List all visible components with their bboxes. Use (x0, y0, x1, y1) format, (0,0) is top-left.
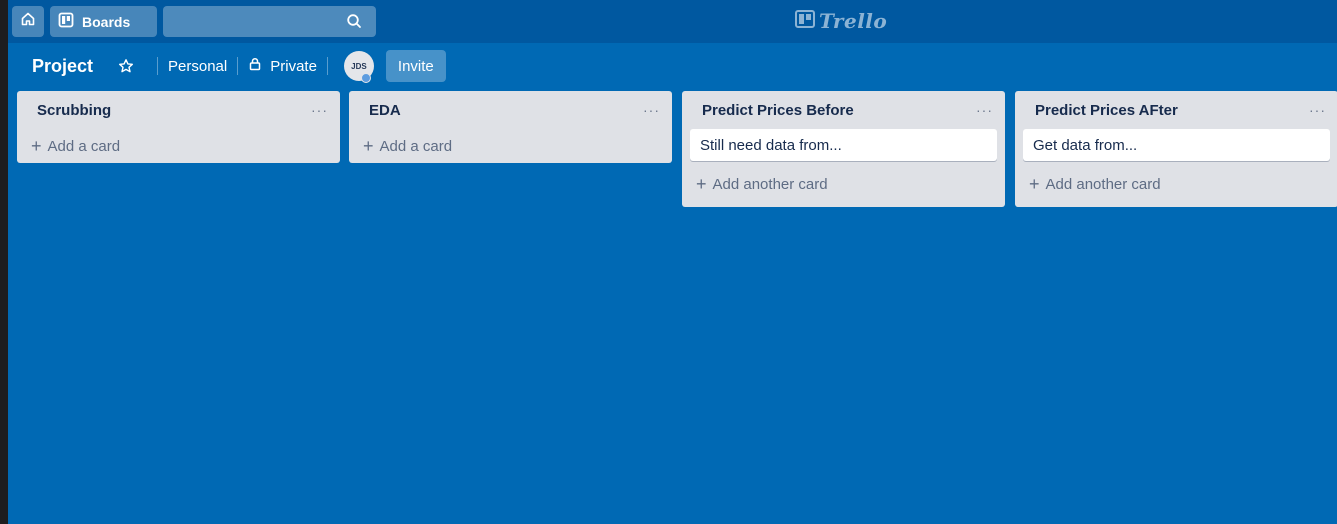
search-box[interactable] (163, 6, 376, 37)
list-menu-icon[interactable]: ··· (311, 102, 328, 118)
list-title[interactable]: Predict Prices Before (702, 102, 854, 119)
list-menu-icon[interactable]: ··· (976, 102, 993, 118)
top-header: Boards Trello (8, 0, 1337, 43)
trello-logo-icon (795, 9, 815, 33)
plus-icon: + (1029, 174, 1040, 194)
home-icon (20, 11, 36, 32)
home-button[interactable] (12, 6, 44, 37)
board-header: Project Personal Private JDS Invite (8, 48, 1337, 84)
add-card-button[interactable]: + Add a card (349, 129, 672, 163)
add-card-button[interactable]: + Add another card (682, 161, 1005, 207)
plus-icon: + (363, 136, 374, 156)
list-header: Predict Prices Before ··· (682, 91, 1005, 129)
add-card-label: Add another card (1045, 175, 1161, 193)
add-card-label: Add a card (47, 137, 121, 155)
list-menu-icon[interactable]: ··· (1309, 102, 1326, 118)
card[interactable]: Still need data from... (690, 129, 997, 161)
member-avatar[interactable]: JDS (343, 51, 374, 83)
star-icon[interactable] (113, 58, 139, 74)
board-window: Boards Trello Project Personal Private J… (8, 0, 1337, 524)
list-header: Scrubbing ··· (17, 91, 340, 129)
boards-label: Boards (82, 13, 131, 30)
divider (326, 57, 328, 75)
list-menu-icon[interactable]: ··· (643, 102, 660, 118)
search-icon[interactable] (346, 13, 362, 34)
admin-badge-icon (360, 73, 371, 83)
avatar-initials: JDS (351, 61, 367, 71)
add-card-label: Add a card (379, 137, 453, 155)
trello-logo[interactable]: Trello (795, 9, 887, 33)
board-title[interactable]: Project (32, 56, 93, 77)
team-visibility-button[interactable]: Personal (168, 58, 227, 75)
invite-button[interactable]: Invite (385, 50, 446, 82)
list-title[interactable]: Predict Prices AFter (1035, 102, 1178, 119)
divider (237, 57, 239, 75)
list-predict-prices-before: Predict Prices Before ··· Still need dat… (682, 91, 1005, 207)
search-input[interactable] (163, 6, 376, 37)
divider (157, 57, 159, 75)
boards-button[interactable]: Boards (50, 6, 157, 37)
plus-icon: + (696, 174, 707, 194)
privacy-button[interactable]: Private (248, 57, 317, 75)
list-header: EDA ··· (349, 91, 672, 129)
list-predict-prices-after: Predict Prices AFter ··· Get data from..… (1015, 91, 1337, 207)
list-eda: EDA ··· + Add a card (349, 91, 672, 163)
plus-icon: + (31, 136, 42, 156)
privacy-label: Private (270, 57, 317, 75)
list-title[interactable]: Scrubbing (37, 102, 111, 119)
list-header: Predict Prices AFter ··· (1015, 91, 1337, 129)
list-title[interactable]: EDA (369, 102, 401, 119)
add-card-label: Add another card (712, 175, 828, 193)
add-card-button[interactable]: + Add another card (1015, 161, 1337, 207)
list-scrubbing: Scrubbing ··· + Add a card (17, 91, 340, 163)
logo-text: Trello (819, 9, 888, 33)
lock-icon (248, 57, 262, 75)
add-card-button[interactable]: + Add a card (17, 129, 340, 163)
boards-icon (58, 12, 74, 31)
card[interactable]: Get data from... (1023, 129, 1330, 161)
